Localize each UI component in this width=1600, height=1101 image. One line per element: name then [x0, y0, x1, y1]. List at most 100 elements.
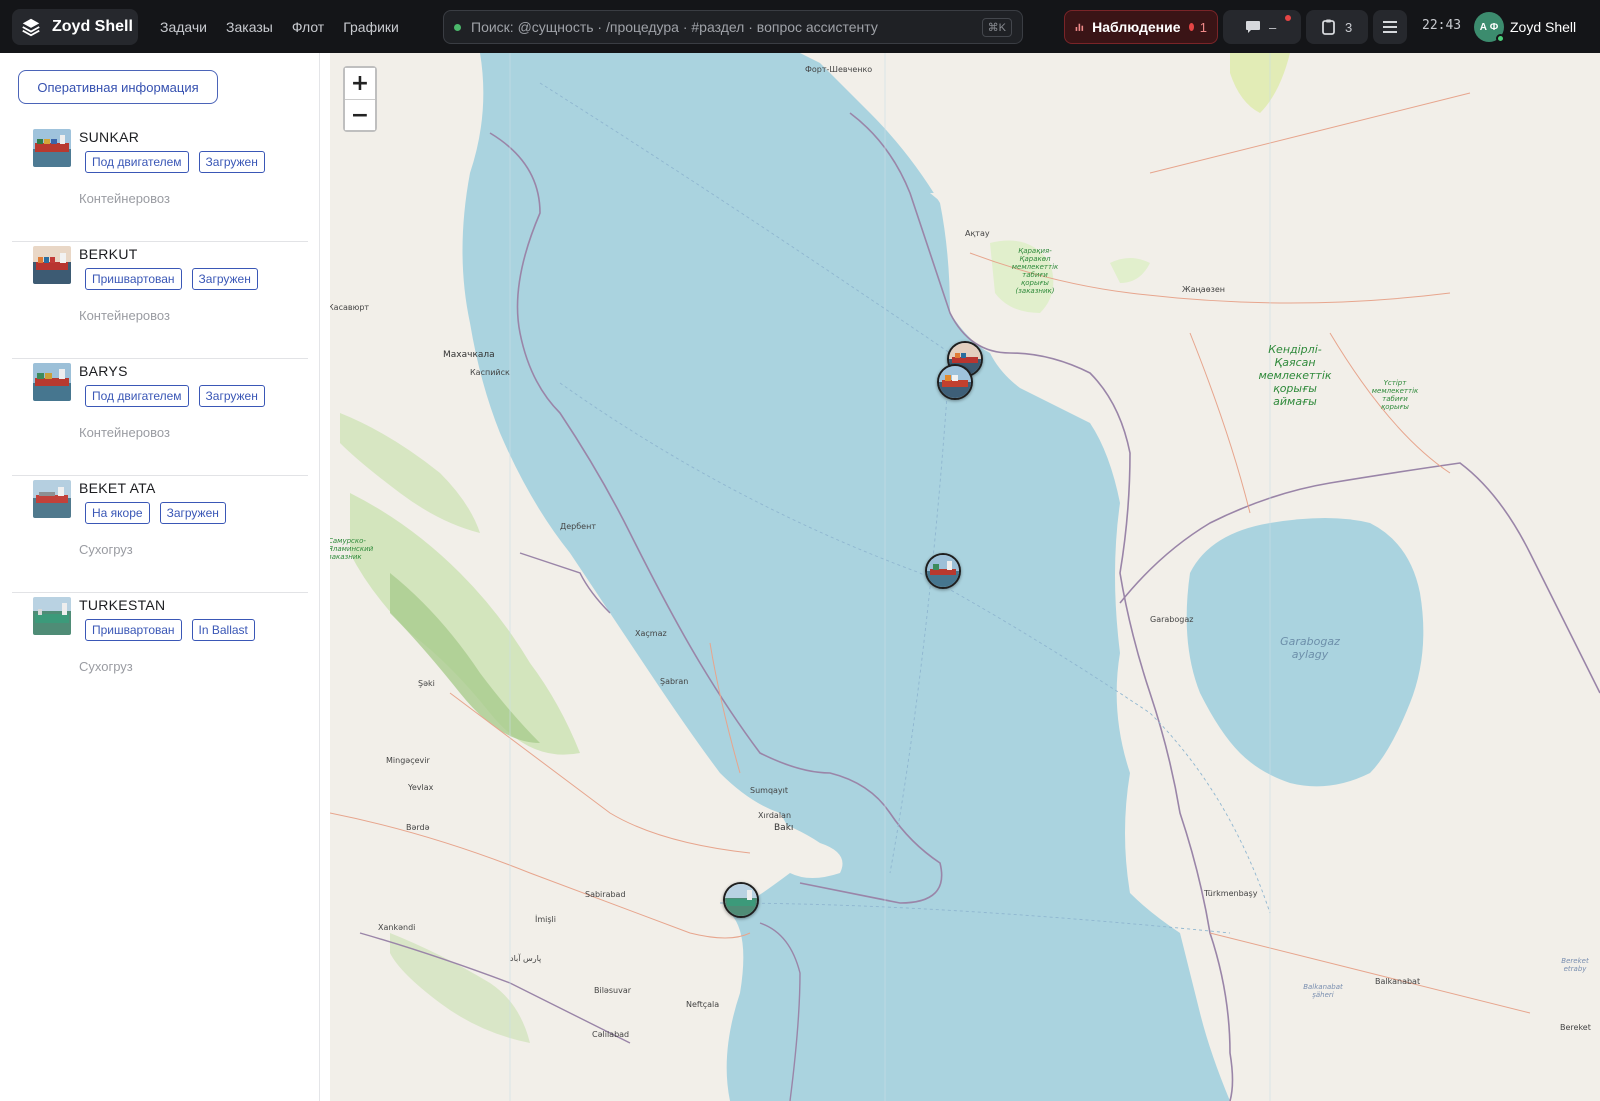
vessel-tags: Под двигателем Загружен	[85, 385, 265, 407]
status-badge: Под двигателем	[85, 385, 189, 407]
map-label-garabogaz: Garabogaz	[1150, 615, 1194, 624]
operational-info-button[interactable]: Оперативная информация	[18, 70, 218, 104]
vessel-card-sunkar[interactable]: SUNKAR Под двигателем Загружен Контейнер…	[12, 123, 308, 242]
map-label-seki: Şəki	[418, 679, 435, 688]
map-label-balkanabat-saheri: Balkanabat şäheri	[1303, 983, 1343, 999]
vessel-photo-cargo-ship	[33, 597, 71, 635]
vessel-name: BARYS	[79, 363, 128, 379]
map-label-ustirt-reserve: Үстірт мемлекеттік табиғи қорығы	[1371, 379, 1419, 411]
vessel-marker-barys[interactable]	[925, 553, 961, 589]
load-badge: Загружен	[159, 502, 226, 524]
clipboard-count: 3	[1345, 19, 1353, 35]
vessel-type: Контейнеровоз	[79, 191, 170, 206]
map-label-sabran: Şabran	[660, 677, 689, 686]
map-label-kaspiysk: Каспийск	[470, 368, 510, 377]
watch-button[interactable]: Наблюдение 1	[1064, 10, 1218, 44]
map-label-karakiya-reserve: Қарақия-Қаракөл мемлекеттік табиғи қорығ…	[1011, 247, 1059, 295]
map-tiles	[330, 53, 1600, 1101]
clock: 22:43	[1422, 18, 1462, 33]
vessel-card-barys[interactable]: BARYS Под двигателем Загружен Контейнеро…	[12, 357, 308, 476]
vessel-marker-sunkar[interactable]	[937, 364, 973, 400]
watch-alert-dot	[1188, 23, 1194, 31]
app-name: Zoyd Shell	[52, 18, 133, 35]
vessel-tags: Пришвартован Загружен	[85, 268, 258, 290]
vessel-tags: Под двигателем Загружен	[85, 151, 265, 173]
map-label-mingacevir: Mingəçevir	[386, 756, 430, 765]
map-label-balkanabat: Balkanabat	[1375, 977, 1421, 986]
map-label-sumqayit: Sumqayıt	[750, 786, 789, 795]
online-status-dot	[1496, 34, 1505, 43]
map-label-makhachkala: Махачкала	[443, 350, 495, 360]
load-badge: In Ballast	[191, 619, 255, 641]
border-south-sea	[759, 922, 801, 1101]
nav-orders[interactable]: Заказы	[226, 19, 273, 35]
search-status-dot	[454, 23, 461, 31]
map-label-barda: Bərdə	[406, 823, 430, 832]
vessel-name: SUNKAR	[79, 129, 140, 145]
user-menu-button[interactable]: А Ф Zoyd Shell	[1474, 10, 1592, 44]
app-brand-button[interactable]: Zoyd Shell	[12, 9, 138, 45]
zoom-out-button[interactable]: −	[345, 99, 375, 130]
load-badge: Загружен	[191, 268, 258, 290]
map-label-xacmaz: Xaçmaz	[635, 629, 667, 638]
clipboard-button[interactable]: 3	[1306, 10, 1368, 44]
map-label-garabogaz-aylagy: Garabogaz aylagy	[1280, 635, 1340, 661]
vessel-photo-container-ship	[33, 129, 71, 167]
chat-button[interactable]: –	[1223, 10, 1301, 44]
map-label-samur-reserve: Самурско-Яламинский заказник	[330, 537, 374, 561]
ship-photo-icon	[725, 884, 757, 916]
map-label-parsabad: پارس آباد	[510, 954, 542, 963]
map-label-fort-shevchenko: Форт-Шевченко	[805, 65, 873, 74]
menu-button[interactable]	[1373, 10, 1407, 44]
vessel-photo-cargo-ship	[33, 480, 71, 518]
vessel-card-berkut[interactable]: BERKUT Пришвартован Загружен Контейнеров…	[12, 240, 308, 359]
vessel-name: TURKESTAN	[79, 597, 166, 613]
fleet-sidebar: Оперативная информация SUNKAR Под двигат…	[0, 53, 320, 1101]
vessel-marker-turkestan[interactable]	[723, 882, 759, 918]
status-badge: Пришвартован	[85, 619, 182, 641]
map-label-kendirli-reserve: Кендірлі-Қаясан мемлекеттік қорығы аймағ…	[1258, 343, 1332, 408]
ship-photo-icon	[927, 555, 959, 587]
zoom-control: + −	[343, 66, 377, 132]
vessel-photo-container-ship	[33, 363, 71, 401]
chat-notification-dot	[1285, 15, 1291, 21]
vessel-tags: На якоре Загружен	[85, 502, 226, 524]
top-bar: Zoyd Shell Задачи Заказы Флот Графики ⌘K…	[0, 0, 1600, 53]
main-nav: Задачи Заказы Флот Графики	[160, 0, 418, 53]
zoom-in-button[interactable]: +	[345, 68, 375, 99]
map-label-casabort: Касавюрт	[330, 303, 370, 312]
vessel-tags: Пришвартован In Ballast	[85, 619, 255, 641]
avatar: А Ф	[1474, 12, 1505, 43]
nav-tasks[interactable]: Задачи	[160, 19, 207, 35]
search-input[interactable]	[471, 19, 982, 35]
vessel-name: BERKUT	[79, 246, 138, 262]
clipboard-icon	[1322, 19, 1335, 35]
map-label-turkmenbasy: Türkmenbaşy	[1204, 889, 1258, 898]
avatar-initials: А Ф	[1479, 21, 1499, 33]
status-badge: Под двигателем	[85, 151, 189, 173]
vessel-type: Сухогруз	[79, 659, 133, 674]
vessel-photo-container-ship	[33, 246, 71, 284]
search-bar[interactable]: ⌘K	[443, 10, 1023, 44]
vessel-card-beket-ata[interactable]: BEKET ATA На якоре Загружен Сухогруз	[12, 474, 308, 593]
map-label-neftcala: Neftçala	[686, 1000, 720, 1009]
vessel-type: Контейнеровоз	[79, 425, 170, 440]
nav-fleet[interactable]: Флот	[292, 19, 324, 35]
fleet-map[interactable]: + − Форт-Шевченко Ақтау Жаңаөзен Қарақия…	[330, 53, 1600, 1101]
layers-logo-icon	[22, 18, 40, 37]
map-label-xankandi: Xankəndi	[378, 923, 416, 932]
vessel-card-turkestan[interactable]: TURKESTAN Пришвартован In Ballast Сухогр…	[12, 591, 308, 710]
map-label-calilabad: Cəlilabad	[592, 1030, 630, 1039]
map-label-zhanaozen: Жаңаөзен	[1182, 285, 1226, 294]
map-label-imisli: İmişli	[535, 915, 556, 924]
load-badge: Загружен	[198, 151, 265, 173]
map-label-derbent: Дербент	[560, 522, 596, 531]
status-badge: На якоре	[85, 502, 150, 524]
chat-value: –	[1269, 19, 1277, 35]
map-label-bereket: Bereket	[1560, 1023, 1591, 1032]
nav-charts[interactable]: Графики	[343, 19, 399, 35]
map-label-bilasuvar: Biləsuvar	[594, 986, 632, 995]
bar-chart-icon	[1075, 23, 1084, 31]
user-name: Zoyd Shell	[1510, 19, 1577, 35]
vessel-name: BEKET ATA	[79, 480, 156, 496]
